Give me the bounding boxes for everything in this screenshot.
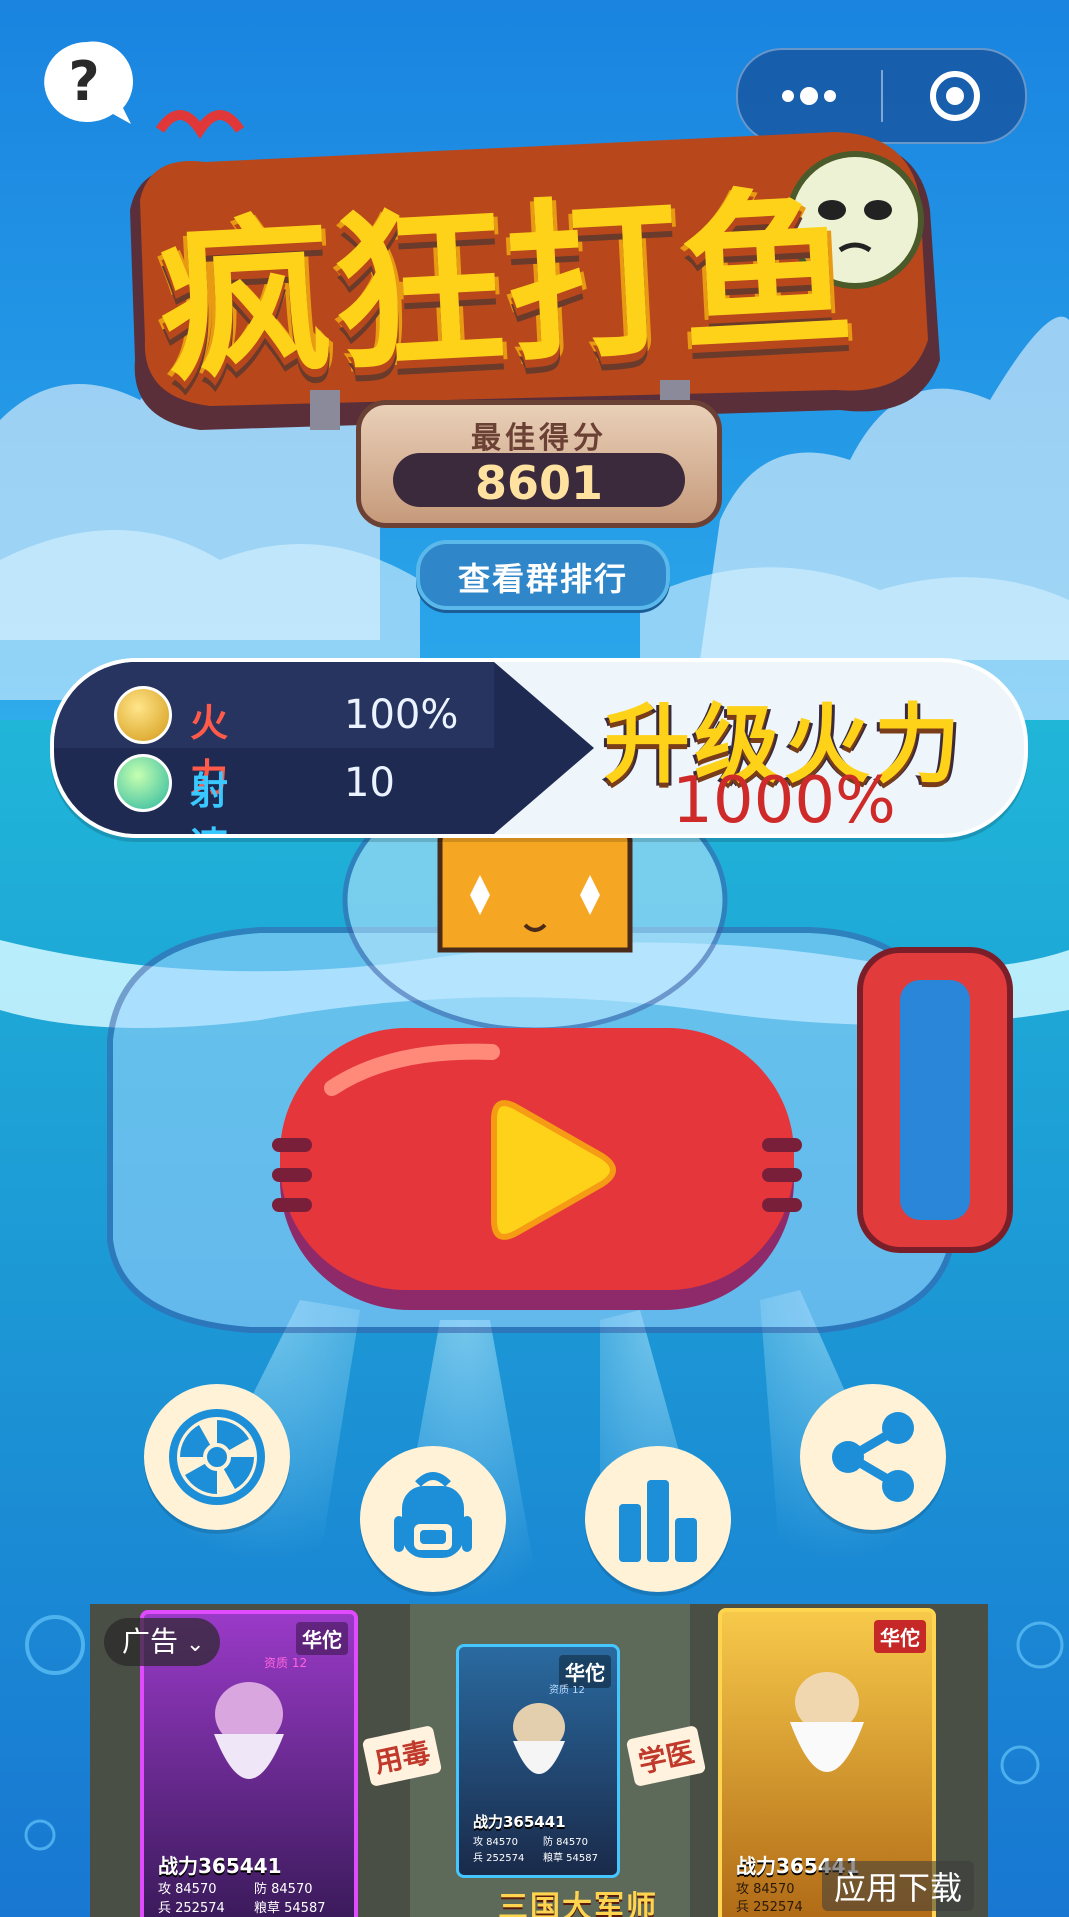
- ad-card-1-name: 华佗: [296, 1622, 348, 1655]
- ad-card-2-atk: 攻 84570: [473, 1837, 518, 1848]
- upgrade-firepower-value: 1000%: [672, 764, 896, 838]
- backpack-icon: [394, 1472, 472, 1558]
- fire-rate-label: 射速: [190, 769, 229, 834]
- game-title: 疯狂打鱼: [154, 167, 860, 406]
- ad-game-title: 三国大军师: [498, 1890, 658, 1917]
- firepower-upgrade-panel[interactable]: 火力 100% 射速 10 升级火力 1000%: [50, 658, 1028, 838]
- ad-card-2-portrait: [513, 1703, 565, 1774]
- ad-card-1-portrait: [214, 1682, 284, 1779]
- ad-card-1-atk: 攻 84570: [158, 1882, 217, 1897]
- best-score-value: 8601: [474, 456, 604, 510]
- view-group-rank-button[interactable]: 查看群排行: [416, 540, 670, 610]
- lucky-wheel-button[interactable]: [144, 1384, 290, 1530]
- gold-gem-icon: [114, 686, 172, 744]
- ad-card-2-food: 粮草 54587: [543, 1853, 598, 1864]
- play-button[interactable]: [272, 1028, 802, 1318]
- ad-banner[interactable]: 华佗 资质 12 战力365441 攻 84570 防 84570 兵 2525…: [90, 1604, 988, 1917]
- ad-tag-button[interactable]: 广告 ⌄: [104, 1618, 221, 1666]
- ad-card-3-name: 华佗: [874, 1620, 926, 1653]
- view-group-rank-label: 查看群排行: [457, 560, 628, 598]
- leaderboard-icon: [619, 1480, 697, 1562]
- ad-card-1-troops: 兵 252574: [158, 1901, 225, 1916]
- question-icon: ?: [68, 50, 99, 113]
- ad-card-1-quality: 资质 12: [264, 1656, 308, 1670]
- best-score-sign: 最佳得分 8601: [356, 400, 722, 528]
- leaderboard-button[interactable]: [585, 1446, 731, 1592]
- ad-card-3-portrait: [790, 1672, 864, 1772]
- firepower-value: 100%: [344, 692, 459, 738]
- wheel-icon: [169, 1409, 265, 1505]
- chevron-down-icon: ⌄: [186, 1632, 205, 1657]
- ad-card-3-troops: 兵 252574: [736, 1900, 803, 1915]
- ad-card-2-def: 防 84570: [543, 1837, 588, 1848]
- ad-card-2-quality: 资质 12: [549, 1685, 585, 1696]
- share-button[interactable]: [800, 1384, 946, 1530]
- ad-card-2-power: 战力365441: [473, 1813, 566, 1831]
- app-download-button[interactable]: 应用下载: [821, 1861, 974, 1911]
- ad-card-1-food: 粮草 54587: [254, 1901, 326, 1916]
- ad-card-1-def: 防 84570: [254, 1882, 313, 1897]
- best-score-label: 最佳得分: [471, 421, 607, 456]
- share-icon: [832, 1412, 914, 1502]
- best-score-value-box: 8601: [393, 453, 685, 510]
- fire-rate-value: 10: [344, 760, 395, 806]
- ad-card-2: 华佗 资质 12 战力365441 攻 84570 防 84570 兵 2525…: [456, 1644, 620, 1878]
- backpack-button[interactable]: [360, 1446, 506, 1592]
- game-logo: 疯狂打鱼: [120, 100, 950, 430]
- green-gem-icon: [114, 754, 172, 812]
- ad-card-2-troops: 兵 252574: [473, 1853, 525, 1864]
- ad-card-1-power: 战力365441: [158, 1854, 282, 1878]
- ad-card-3-atk: 攻 84570: [736, 1882, 795, 1897]
- ad-tag-label: 广告: [122, 1625, 179, 1658]
